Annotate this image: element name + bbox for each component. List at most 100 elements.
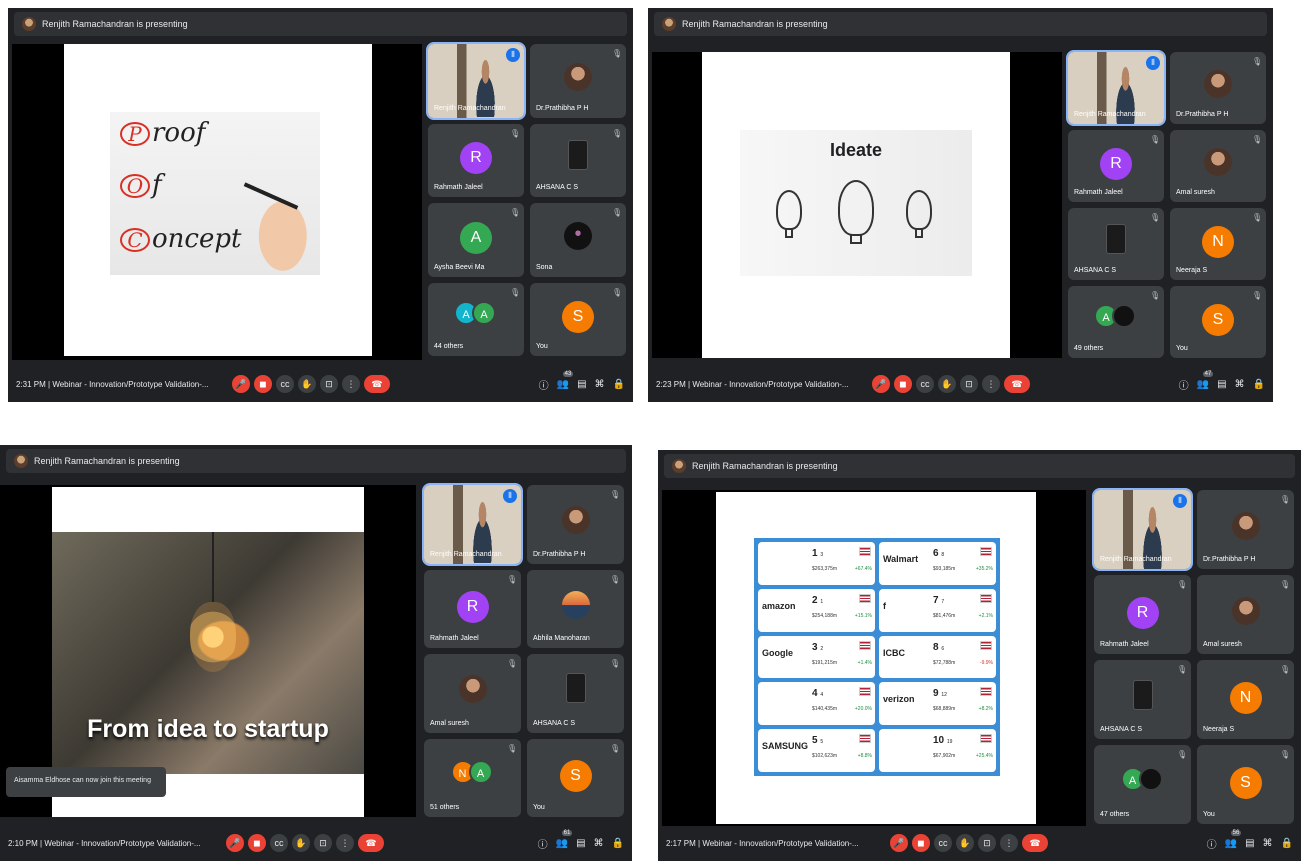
brand-change: +8.2%	[978, 706, 993, 713]
participant-tile[interactable]: N A 🎙 51 others	[424, 738, 521, 817]
participant-tile[interactable]: A 🎙 49 others	[1068, 286, 1164, 358]
participant-tile[interactable]: N 🎙 Neeraja S	[1197, 660, 1294, 739]
chat-icon[interactable]: ▤	[1245, 838, 1254, 849]
raise-hand-button[interactable]: ✋	[298, 375, 316, 393]
activities-icon[interactable]: ⌘	[1235, 379, 1245, 390]
participant-tile[interactable]: 🎙 Dr.Prathibha P H	[530, 44, 626, 118]
people-icon[interactable]: 👥 61	[556, 829, 573, 849]
leave-call-button[interactable]: ☎	[1022, 834, 1048, 852]
captions-button[interactable]: cc	[934, 834, 952, 852]
brand-value: $81,476m	[933, 612, 956, 619]
participant-name: AHSANA C S	[533, 719, 576, 727]
rank-number: 1	[812, 548, 818, 559]
mic-off-button[interactable]: 🎤	[872, 375, 890, 393]
participant-tile[interactable]: 🎙 Abhila Manoharan	[527, 569, 624, 648]
participant-tile[interactable]: S 🎙 You	[530, 282, 626, 356]
participant-tile[interactable]: ⦀ Renjith Ramachandran	[422, 483, 523, 566]
participant-tile[interactable]: ⦀ Renjith Ramachandran	[1066, 50, 1166, 126]
participant-tile[interactable]: 🎙 Dr.Prathibha P H	[527, 485, 624, 564]
activities-icon[interactable]: ⌘	[595, 379, 605, 390]
participant-name: You	[1203, 811, 1215, 818]
participant-name: Rahmath Jaleel	[1074, 189, 1123, 196]
camera-off-button[interactable]: ◼	[254, 375, 272, 393]
profile-photo	[1231, 511, 1260, 540]
participant-tile[interactable]: 🎙 Sona	[530, 203, 626, 277]
present-button[interactable]: ⊡	[960, 375, 978, 393]
participant-tile[interactable]: ⦀ Renjith Ramachandran	[1092, 488, 1193, 571]
participant-tile[interactable]: R 🎙 Rahmath Jaleel	[428, 123, 524, 197]
chat-icon[interactable]: ▤	[576, 838, 585, 849]
people-icon[interactable]: 👥 47	[1197, 370, 1214, 390]
camera-off-button[interactable]: ◼	[894, 375, 912, 393]
camera-off-button[interactable]: ◼	[912, 834, 930, 852]
info-icon[interactable]: ⓘ	[538, 836, 548, 851]
participant-tile[interactable]: R 🎙 Rahmath Jaleel	[1094, 575, 1191, 654]
more-options-button[interactable]: ⋮	[336, 834, 354, 852]
participant-tile[interactable]: 🎙 AHSANA C S	[530, 123, 626, 197]
more-options-button[interactable]: ⋮	[982, 375, 1000, 393]
mic-muted-icon: 🎙	[1252, 213, 1263, 222]
participant-tile[interactable]: 🎙 Amal suresh	[1170, 130, 1266, 202]
participant-name: Rahmath Jaleel	[434, 184, 483, 191]
host-controls-icon[interactable]: 🔒	[1253, 379, 1265, 390]
captions-button[interactable]: cc	[916, 375, 934, 393]
participant-tile[interactable]: 🎙 AHSANA C S	[527, 654, 624, 733]
activities-icon[interactable]: ⌘	[594, 838, 604, 849]
info-icon[interactable]: ⓘ	[539, 377, 549, 392]
avatar: A	[468, 759, 493, 784]
participant-tile[interactable]: R 🎙 Rahmath Jaleel	[1068, 130, 1164, 202]
leave-call-button[interactable]: ☎	[364, 375, 390, 393]
mic-muted-icon: 🎙	[612, 49, 623, 58]
host-controls-icon[interactable]: 🔒	[612, 838, 624, 849]
raise-hand-button[interactable]: ✋	[292, 834, 310, 852]
captions-button[interactable]: cc	[276, 375, 294, 393]
leave-call-button[interactable]: ☎	[1004, 375, 1030, 393]
profile-photo	[458, 675, 487, 704]
present-button[interactable]: ⊡	[320, 375, 338, 393]
raise-hand-button[interactable]: ✋	[938, 375, 956, 393]
participant-name: Renjith Ramachandran	[434, 104, 506, 112]
participant-tile[interactable]: 🎙 Amal suresh	[424, 654, 521, 733]
captions-button[interactable]: cc	[270, 834, 288, 852]
people-icon[interactable]: 👥 56	[1225, 829, 1242, 849]
participant-tile[interactable]: S 🎙 You	[1170, 286, 1266, 358]
present-button[interactable]: ⊡	[978, 834, 996, 852]
participant-tile[interactable]: 🎙 Dr.Prathibha P H	[1197, 490, 1294, 569]
chat-icon[interactable]: ▤	[1217, 379, 1226, 390]
host-controls-icon[interactable]: 🔒	[1281, 838, 1293, 849]
participant-tile[interactable]: A A 🎙 44 others	[428, 282, 524, 356]
leave-call-button[interactable]: ☎	[358, 834, 384, 852]
participant-tile[interactable]: 🎙 Amal suresh	[1197, 575, 1294, 654]
info-icon[interactable]: ⓘ	[1207, 836, 1217, 851]
participant-tile[interactable]: 🎙 AHSANA C S	[1094, 660, 1191, 739]
bulb-icon	[190, 602, 236, 672]
participant-tile[interactable]: 🎙 AHSANA C S	[1068, 208, 1164, 280]
mic-muted-icon: 🎙	[1280, 750, 1291, 759]
participant-tile[interactable]: A 🎙 Aysha Beevi Ma	[428, 203, 524, 277]
raise-hand-button[interactable]: ✋	[956, 834, 974, 852]
present-button[interactable]: ⊡	[314, 834, 332, 852]
info-icon[interactable]: ⓘ	[1179, 377, 1189, 392]
brand-cell: 1 3 $263,375m +67.4%	[758, 542, 875, 585]
camera-off-button[interactable]: ◼	[248, 834, 266, 852]
country-flag-icon	[980, 593, 992, 603]
more-options-button[interactable]: ⋮	[342, 375, 360, 393]
host-controls-icon[interactable]: 🔒	[613, 379, 625, 390]
participant-tile[interactable]: S 🎙 You	[527, 738, 624, 817]
participant-tile[interactable]: N 🎙 Neeraja S	[1170, 208, 1266, 280]
mic-off-button[interactable]: 🎤	[226, 834, 244, 852]
participant-tile[interactable]: S 🎙 You	[1197, 745, 1294, 824]
mic-muted-icon: 🎙	[1252, 291, 1263, 300]
participant-tile[interactable]: A 🎙 47 others	[1094, 745, 1191, 824]
more-options-button[interactable]: ⋮	[1000, 834, 1018, 852]
chat-icon[interactable]: ▤	[577, 379, 586, 390]
mic-off-button[interactable]: 🎤	[232, 375, 250, 393]
people-icon[interactable]: 👥 43	[557, 370, 574, 390]
meeting-toolbar: 2:10 PM | Webinar - Innovation/Prototype…	[0, 825, 632, 861]
participant-tile[interactable]: ⦀ Renjith Ramachandran	[426, 42, 526, 120]
activities-icon[interactable]: ⌘	[1263, 838, 1273, 849]
presentation-stage: 1 3 $263,375m +67.4% Walmart 6 8 $93,185m +35.…	[662, 490, 1086, 826]
participant-tile[interactable]: R 🎙 Rahmath Jaleel	[424, 569, 521, 648]
participant-tile[interactable]: 🎙 Dr.Prathibha P H	[1170, 52, 1266, 124]
mic-off-button[interactable]: 🎤	[890, 834, 908, 852]
